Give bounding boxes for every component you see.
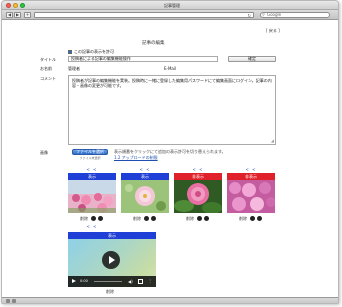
email-label: E-Mail xyxy=(164,66,177,71)
close-window-button[interactable] xyxy=(6,3,11,8)
reload-icon[interactable]: ↻ xyxy=(248,13,251,18)
publish-checkbox-label: この記事の表示を許可 xyxy=(74,49,114,54)
image-thumbnail xyxy=(174,180,222,213)
comment-text: 投稿者が記事の編集機能を実装。投稿時に一緒に登録した編集用パスワードにて編集画面… xyxy=(72,78,272,88)
window-title: 記事管理 xyxy=(164,3,180,8)
move-left-arrows[interactable]: < < xyxy=(68,224,116,229)
visibility-toggle[interactable]: 表示 xyxy=(68,232,156,239)
rotate-icon[interactable] xyxy=(91,216,96,221)
rose-image xyxy=(174,180,222,213)
search-icon: ⚲ xyxy=(262,12,265,17)
address-bar[interactable]: ↻ xyxy=(34,12,254,18)
minimize-window-button[interactable] xyxy=(13,3,18,8)
visibility-toggle[interactable]: 表示 xyxy=(68,173,116,180)
comment-label: コメント xyxy=(40,76,56,81)
rotate-icon[interactable] xyxy=(197,216,202,221)
play-icon xyxy=(109,256,115,264)
comment-textarea[interactable]: 投稿者が記事の編集機能を実装。投稿時に一緒に登録した編集用パスワードにて編集画面… xyxy=(68,75,276,145)
page-content: [ 戻る ] 記事の編集 この記事の表示を許可 タイトル 投稿者による記事の編集… xyxy=(2,21,338,297)
file-select-button[interactable]: ファイルを選択 xyxy=(72,149,108,155)
search-input[interactable]: ⚲ Google xyxy=(260,12,330,18)
delete-link[interactable]: 削除 xyxy=(239,216,247,222)
back-button[interactable]: ◀ xyxy=(6,12,13,18)
image-thumbnail xyxy=(68,180,116,213)
fullscreen-icon[interactable] xyxy=(138,279,143,284)
video-player[interactable]: 0:00 ◀) ⋮ xyxy=(68,239,156,287)
resize-grip-icon[interactable]: ◢ xyxy=(271,138,274,143)
video-controls: 0:00 ◀) ⋮ xyxy=(68,276,156,287)
control-play-icon[interactable] xyxy=(72,279,76,283)
card-footer: 削除 xyxy=(121,216,169,222)
maximize-window-button[interactable] xyxy=(20,3,25,8)
delete-link[interactable]: 削除 xyxy=(106,289,114,295)
seek-bar[interactable] xyxy=(94,281,122,282)
delete-link[interactable]: 削除 xyxy=(186,216,194,222)
settings-icon[interactable] xyxy=(204,216,209,221)
blossom-image xyxy=(121,180,169,213)
publish-checkbox[interactable] xyxy=(68,50,72,54)
more-options-icon[interactable]: ⋮ xyxy=(148,278,152,283)
flower-bush-image xyxy=(227,180,275,213)
card-footer: 削除 xyxy=(227,216,275,222)
image-label: 画像 xyxy=(40,150,48,155)
move-left-arrows[interactable]: < < xyxy=(174,167,222,172)
visibility-toggle[interactable]: 非表示 xyxy=(227,173,275,180)
upload-limit-link[interactable]: 1.2 アップロードの制限 xyxy=(114,155,158,161)
settings-icon[interactable] xyxy=(257,216,262,221)
flower-field-image xyxy=(68,180,116,213)
move-left-arrows[interactable]: < < xyxy=(68,167,116,172)
play-button[interactable] xyxy=(102,251,120,269)
back-link[interactable]: [ 戻る ] xyxy=(266,28,280,34)
title-label: タイトル xyxy=(40,57,56,62)
visibility-toggle[interactable]: 非表示 xyxy=(174,173,222,180)
status-icon xyxy=(6,299,10,303)
delete-link[interactable]: 削除 xyxy=(80,216,88,222)
settings-icon[interactable] xyxy=(151,216,156,221)
name-label: お名前 xyxy=(40,66,52,71)
status-bar xyxy=(2,297,338,303)
move-left-arrows[interactable]: < < xyxy=(121,167,169,172)
volume-icon[interactable]: ◀) xyxy=(128,279,133,284)
card-footer: 削除 xyxy=(68,216,116,222)
browser-window: 記事管理 ◀ ▶ + ↻ ⚲ Google [ 戻る ] 記事の編集 この記事の… xyxy=(1,0,339,304)
browser-toolbar: ◀ ▶ + ↻ ⚲ Google xyxy=(2,10,338,20)
title-input[interactable]: 投稿者による記事の編集機能操作 xyxy=(68,56,218,62)
forward-button[interactable]: ▶ xyxy=(14,12,21,18)
status-icon xyxy=(12,299,16,303)
move-left-arrows[interactable]: < < xyxy=(227,167,275,172)
rotate-icon[interactable] xyxy=(250,216,255,221)
confirm-button[interactable]: 確定 xyxy=(228,56,276,62)
image-thumbnail xyxy=(227,180,275,213)
search-placeholder: Google xyxy=(267,12,282,17)
video-time: 0:00 xyxy=(80,279,88,283)
image-thumbnail xyxy=(121,180,169,213)
title-bar: 記事管理 xyxy=(2,1,338,10)
visibility-toggle[interactable]: 表示 xyxy=(121,173,169,180)
add-bookmark-button[interactable]: + xyxy=(24,12,31,18)
card-footer: 削除 xyxy=(174,216,222,222)
name-value: 管理者 xyxy=(68,66,80,71)
file-status: ファイル未選択 xyxy=(79,156,101,160)
delete-link[interactable]: 削除 xyxy=(133,216,141,222)
settings-icon[interactable] xyxy=(98,216,103,221)
page-title: 記事の編集 xyxy=(142,41,165,46)
rotate-icon[interactable] xyxy=(144,216,149,221)
